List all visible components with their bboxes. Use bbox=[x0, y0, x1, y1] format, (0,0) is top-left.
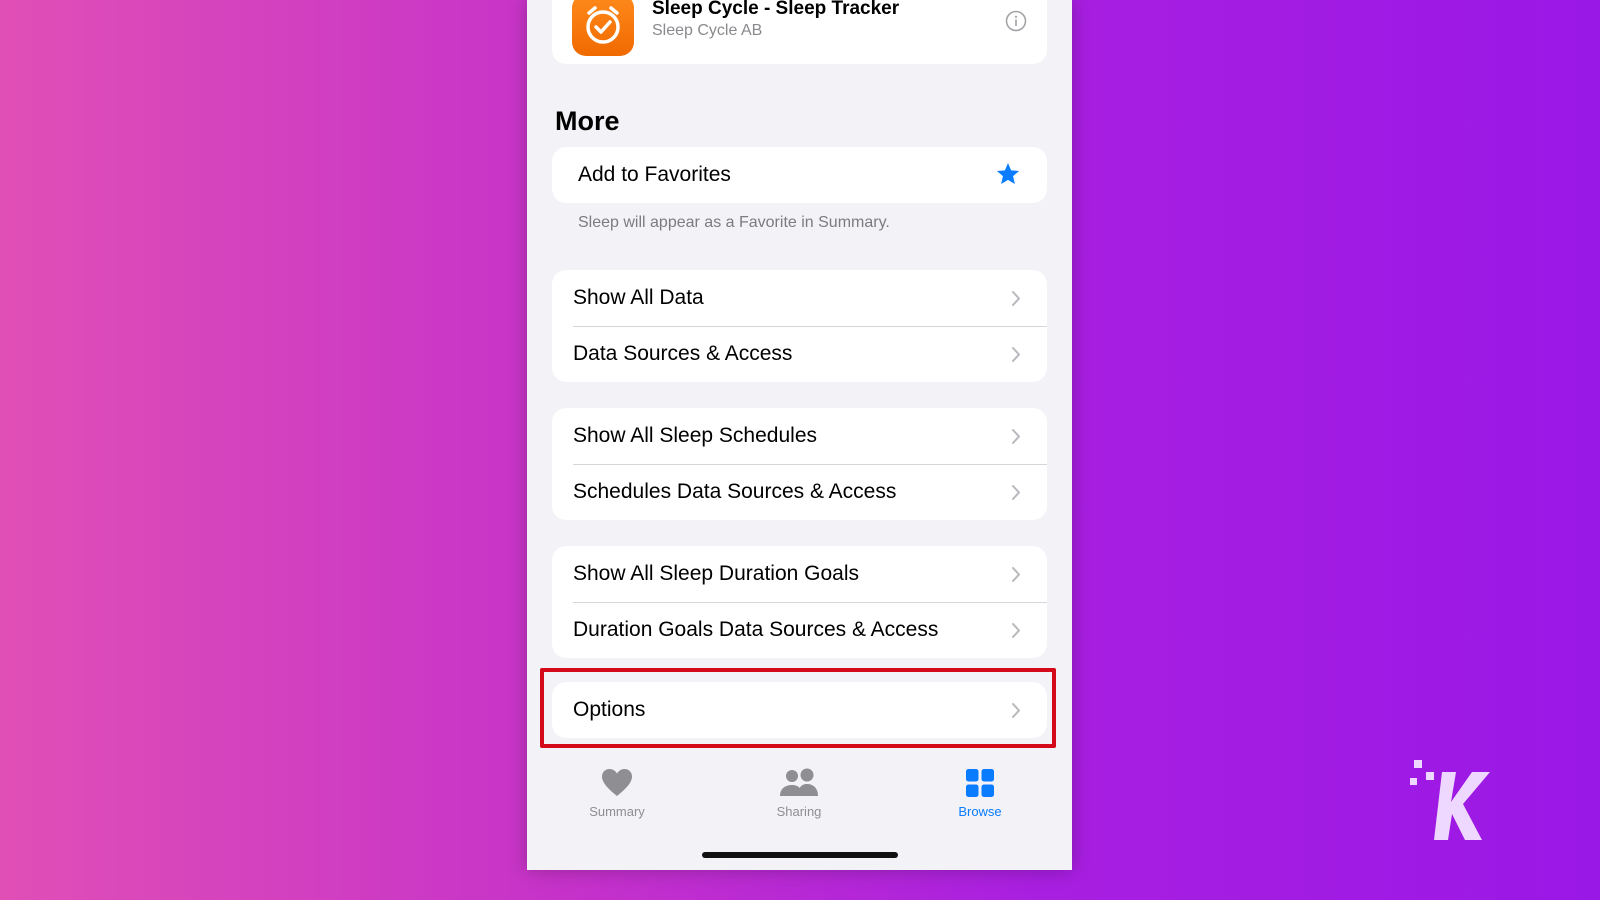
show-all-data-row[interactable]: Show All Data bbox=[552, 270, 1047, 326]
section-title-more: More bbox=[555, 106, 620, 136]
tab-summary[interactable]: Summary bbox=[557, 768, 677, 819]
tab-bar: Summary Sharing Browse bbox=[527, 758, 1072, 848]
row-label: Show All Sleep Duration Goals bbox=[573, 562, 859, 585]
app-card[interactable]: Sleep Cycle - Sleep Tracker Sleep Cycle … bbox=[552, 0, 1047, 64]
data-group: Show All Data Data Sources & Access bbox=[552, 270, 1047, 382]
schedules-data-sources-row[interactable]: Schedules Data Sources & Access bbox=[552, 464, 1047, 520]
duration-goals-group: Show All Sleep Duration Goals Duration G… bbox=[552, 546, 1047, 658]
data-sources-access-row[interactable]: Data Sources & Access bbox=[552, 326, 1047, 382]
star-icon bbox=[995, 161, 1021, 193]
tab-label: Sharing bbox=[776, 804, 822, 819]
chevron-right-icon bbox=[1011, 621, 1021, 645]
home-indicator bbox=[702, 852, 898, 858]
row-label: Show All Data bbox=[573, 286, 704, 309]
tab-label: Browse bbox=[958, 804, 1002, 819]
duration-goals-data-sources-row[interactable]: Duration Goals Data Sources & Access bbox=[552, 602, 1047, 658]
chevron-right-icon bbox=[1011, 427, 1021, 451]
options-highlight-box bbox=[540, 668, 1056, 748]
row-label: Duration Goals Data Sources & Access bbox=[573, 618, 939, 641]
show-all-duration-goals-row[interactable]: Show All Sleep Duration Goals bbox=[552, 546, 1047, 602]
chevron-right-icon bbox=[1011, 483, 1021, 507]
alarm-check-icon bbox=[572, 0, 634, 56]
favorites-card: Add to Favorites bbox=[552, 147, 1047, 203]
row-label: Data Sources & Access bbox=[573, 342, 793, 365]
chevron-right-icon bbox=[1011, 289, 1021, 313]
app-developer: Sleep Cycle AB bbox=[652, 22, 763, 39]
app-name: Sleep Cycle - Sleep Tracker bbox=[652, 0, 900, 19]
heart-icon bbox=[602, 769, 632, 796]
show-all-sleep-schedules-row[interactable]: Show All Sleep Schedules bbox=[552, 408, 1047, 464]
grid-icon bbox=[966, 769, 994, 797]
info-icon[interactable] bbox=[1005, 10, 1027, 37]
people-icon bbox=[780, 768, 818, 796]
row-label: Schedules Data Sources & Access bbox=[573, 480, 897, 503]
chevron-right-icon bbox=[1011, 345, 1021, 369]
add-to-favorites-label: Add to Favorites bbox=[578, 163, 731, 186]
tab-sharing[interactable]: Sharing bbox=[739, 768, 859, 819]
row-label: Show All Sleep Schedules bbox=[573, 424, 817, 447]
chevron-right-icon bbox=[1011, 565, 1021, 589]
k-logo-watermark bbox=[1408, 758, 1500, 849]
tab-label: Summary bbox=[589, 804, 645, 819]
tab-browse[interactable]: Browse bbox=[920, 768, 1040, 819]
schedules-group: Show All Sleep Schedules Schedules Data … bbox=[552, 408, 1047, 520]
add-to-favorites-row[interactable]: Add to Favorites bbox=[552, 147, 1047, 203]
favorites-note: Sleep will appear as a Favorite in Summa… bbox=[578, 214, 890, 231]
